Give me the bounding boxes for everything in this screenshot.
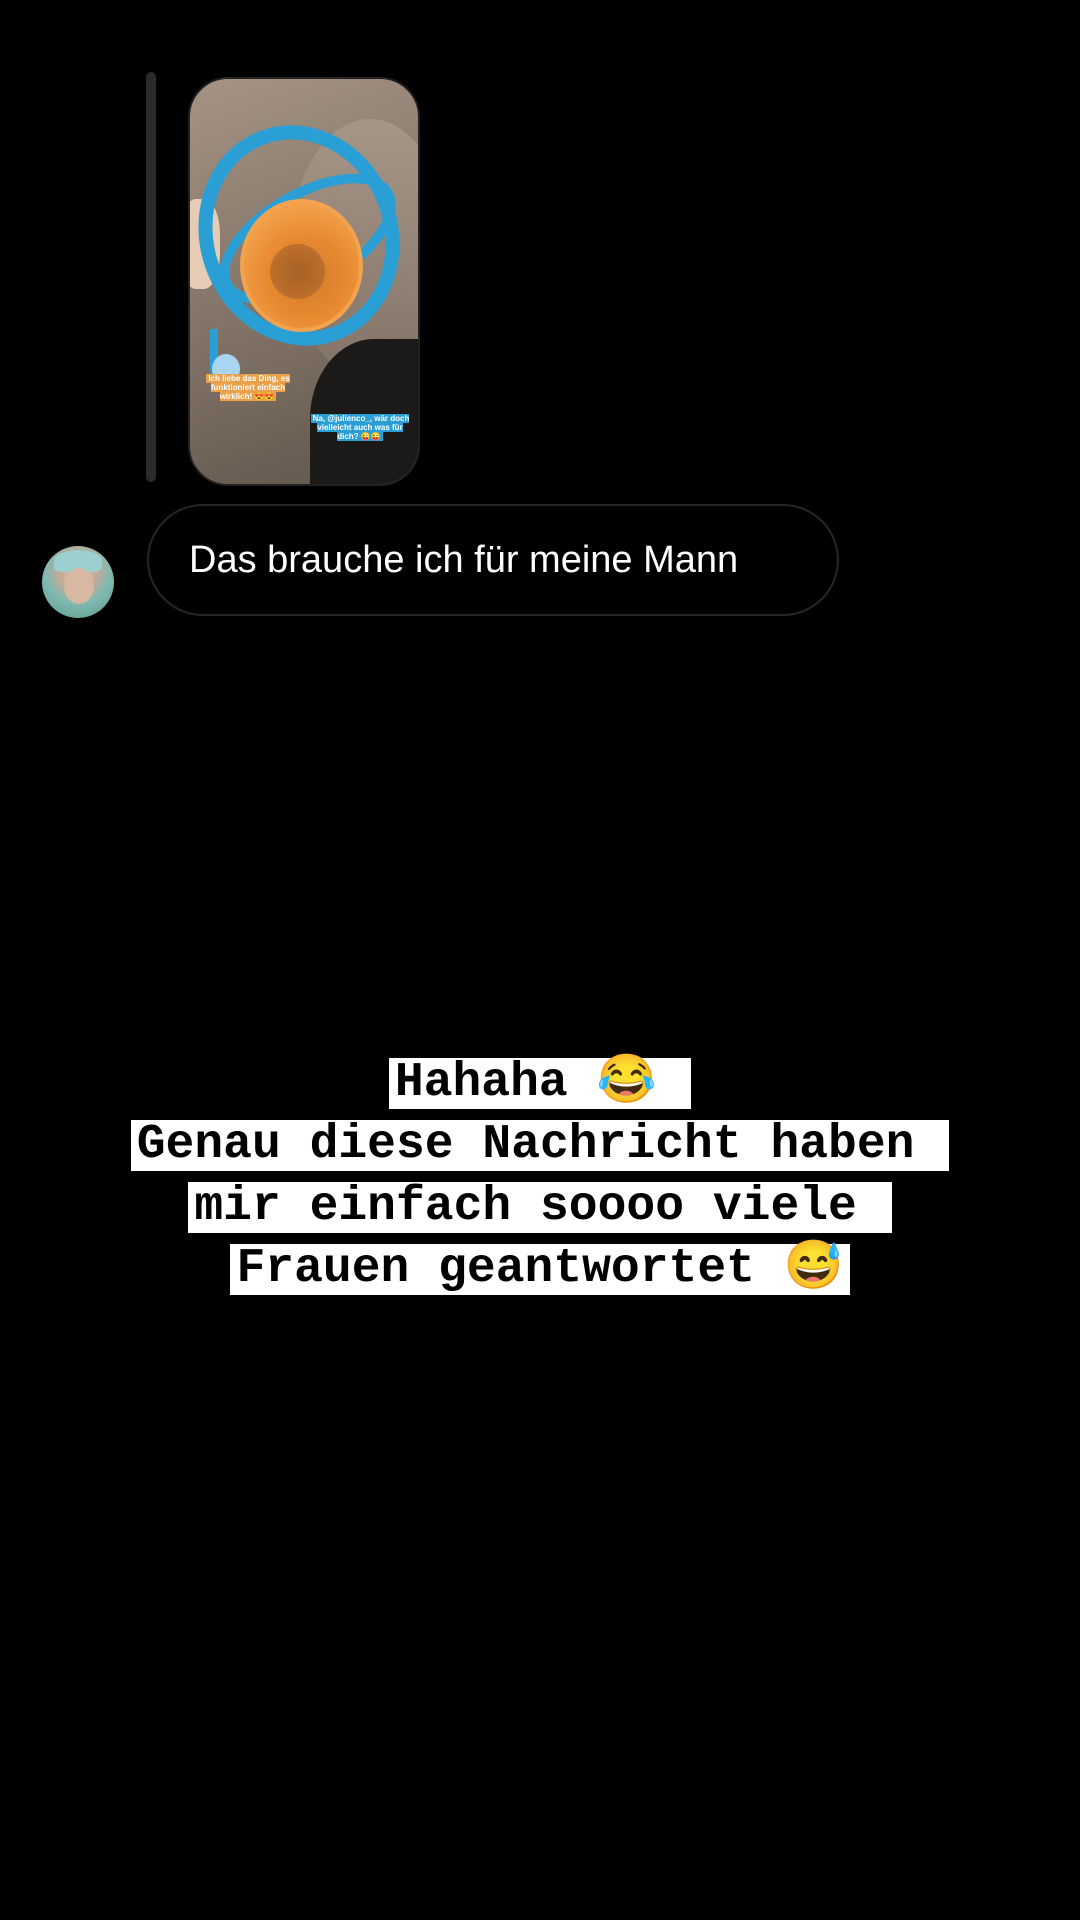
overlay-line: Hahaha 😂 [388,1058,692,1109]
reply-indicator-bar [146,72,156,482]
story-text-overlay: Hahaha 😂 Genau diese Nachricht haben mir… [0,1058,1080,1306]
avatar-face [64,568,94,604]
message-bubble[interactable]: Das brauche ich für meine Mann [147,504,839,616]
photo-background [310,339,418,484]
overlay-line: Frauen geantwortet 😅 [230,1244,850,1295]
sender-avatar[interactable] [42,546,114,618]
photo-bowl-food [270,244,325,299]
story-caption-right: Na, @julienco_, wär doch vielleicht auch… [310,414,410,441]
message-text: Das brauche ich für meine Mann [189,538,739,581]
story-caption-left: Ich liebe das Ding, es funktioniert einf… [206,374,290,401]
story-reply-thumbnail[interactable]: Ich liebe das Ding, es funktioniert einf… [188,77,420,486]
overlay-line: mir einfach soooo viele [188,1182,892,1233]
overlay-line: Genau diese Nachricht haben [130,1120,950,1171]
